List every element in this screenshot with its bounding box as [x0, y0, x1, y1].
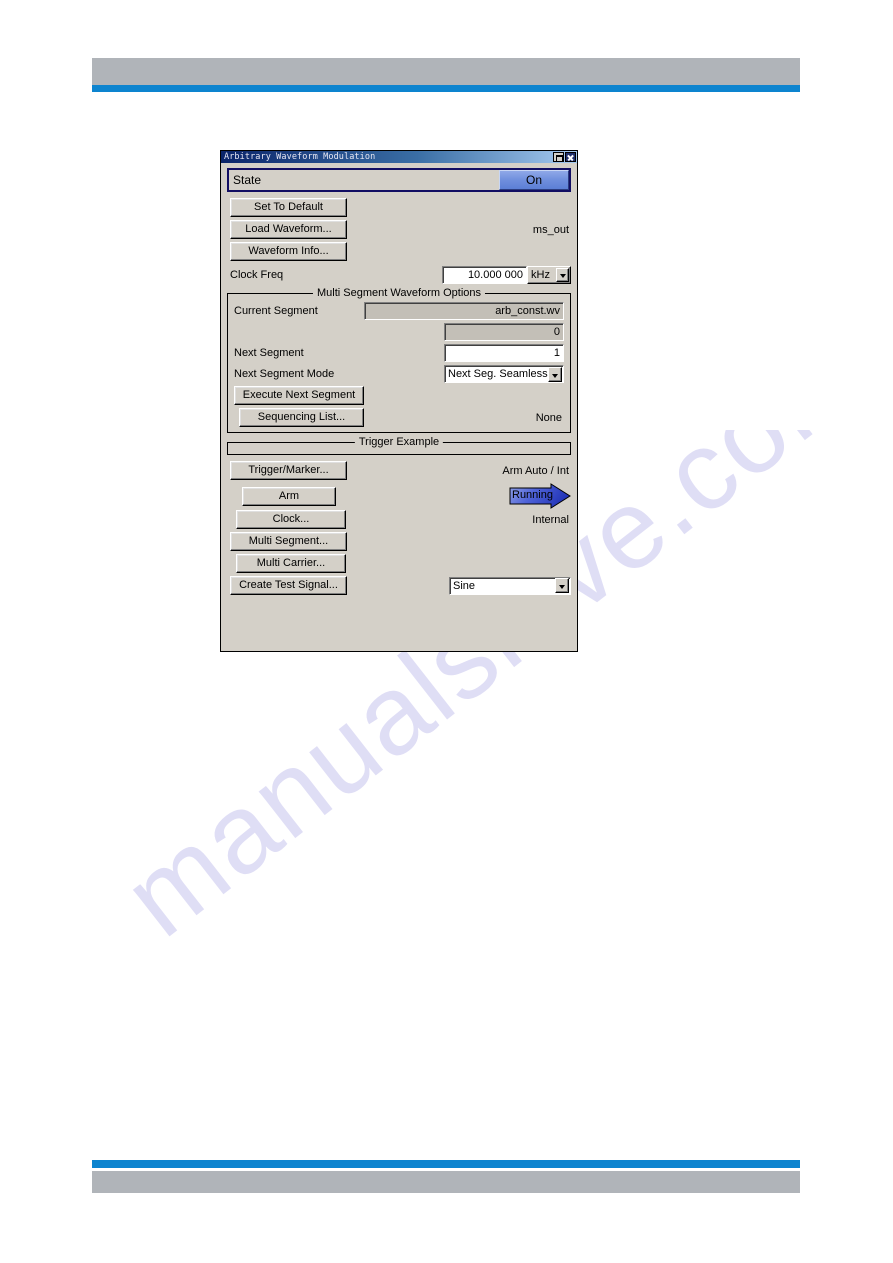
waveform-info-button[interactable]: Waveform Info...: [230, 242, 347, 261]
page-footer-bar: [92, 1171, 800, 1193]
dialog-body: State On Set To Default Load Waveform...…: [221, 163, 577, 651]
next-segment-label: Next Segment: [234, 347, 304, 359]
arbitrary-waveform-modulation-dialog: Arbitrary Waveform Modulation State On S…: [220, 150, 578, 652]
clock-freq-input[interactable]: 10.000 000: [442, 266, 527, 284]
page-header-rule: [92, 85, 800, 92]
load-waveform-row: Load Waveform... ms_out: [227, 220, 571, 239]
current-segment-file-value: arb_const.wv: [364, 302, 564, 320]
execute-next-segment-button[interactable]: Execute Next Segment: [234, 386, 364, 405]
next-segment-row: Next Segment 1: [234, 344, 564, 362]
multi-segment-waveform-options-group: Multi Segment Waveform Options Current S…: [227, 287, 571, 433]
trigger-example-group-title: Trigger Example: [354, 436, 444, 448]
page-header-bar: [92, 58, 800, 85]
test-signal-type-select[interactable]: Sine: [449, 576, 571, 595]
dialog-title-bar[interactable]: Arbitrary Waveform Modulation: [221, 151, 577, 163]
multi-carrier-row: Multi Carrier...: [227, 554, 571, 573]
multi-segment-row: Multi Segment...: [227, 532, 571, 551]
clock-button[interactable]: Clock...: [236, 510, 346, 529]
running-status-label: Running: [512, 489, 553, 501]
page-footer-rule: [92, 1160, 800, 1168]
trigger-marker-button[interactable]: Trigger/Marker...: [230, 461, 347, 480]
clock-freq-unit-label: kHz: [531, 269, 550, 281]
waveform-info-row: Waveform Info...: [227, 242, 571, 261]
trigger-mode-readout: Arm Auto / Int: [502, 464, 569, 477]
current-segment-index-value: 0: [444, 323, 564, 341]
sequencing-list-button[interactable]: Sequencing List...: [239, 408, 364, 427]
execute-next-segment-row: Execute Next Segment: [234, 386, 564, 405]
next-segment-mode-select[interactable]: Next Seg. Seamless: [444, 365, 564, 383]
chevron-down-icon[interactable]: [548, 366, 562, 382]
multi-carrier-button[interactable]: Multi Carrier...: [236, 554, 346, 573]
clock-freq-row: Clock Freq 10.000 000 kHz: [227, 266, 571, 284]
sequencing-list-row: Sequencing List... None: [234, 408, 564, 427]
state-row[interactable]: State On: [227, 168, 571, 192]
arm-button[interactable]: Arm: [242, 486, 336, 506]
state-label: State: [233, 173, 262, 187]
next-segment-input[interactable]: 1: [444, 344, 564, 362]
sequencing-list-value: None: [535, 411, 562, 424]
multi-segment-button[interactable]: Multi Segment...: [230, 532, 347, 551]
chevron-down-icon[interactable]: [555, 578, 569, 593]
set-to-default-row: Set To Default: [227, 198, 571, 217]
create-test-signal-row: Create Test Signal... Sine: [227, 576, 571, 595]
test-signal-type-value: Sine: [453, 579, 476, 592]
next-segment-mode-value: Next Seg. Seamless: [448, 368, 548, 380]
set-to-default-button[interactable]: Set To Default: [230, 198, 347, 217]
multi-segment-group-title: Multi Segment Waveform Options: [312, 287, 486, 299]
running-status-indicator: Running: [509, 483, 571, 509]
arm-row: Arm Running: [227, 483, 571, 509]
restore-icon[interactable]: [553, 152, 564, 162]
clock-freq-unit-select[interactable]: kHz: [527, 266, 571, 284]
current-segment-index-row: 0: [234, 323, 564, 341]
dialog-title: Arbitrary Waveform Modulation: [224, 152, 376, 162]
clock-source-readout: Internal: [532, 513, 569, 526]
next-segment-mode-row: Next Segment Mode Next Seg. Seamless: [234, 365, 564, 383]
next-segment-mode-label: Next Segment Mode: [234, 368, 335, 380]
close-icon[interactable]: [565, 152, 576, 162]
state-toggle-button[interactable]: On: [499, 170, 569, 190]
chevron-down-icon[interactable]: [556, 268, 569, 282]
waveform-name-readout: ms_out: [532, 223, 569, 236]
trigger-marker-row: Trigger/Marker... Arm Auto / Int: [227, 461, 571, 480]
current-segment-row: Current Segment arb_const.wv: [234, 302, 564, 320]
load-waveform-button[interactable]: Load Waveform...: [230, 220, 347, 239]
clock-row: Clock... Internal: [227, 510, 571, 529]
create-test-signal-button[interactable]: Create Test Signal...: [230, 576, 347, 595]
current-segment-label: Current Segment: [234, 305, 318, 317]
clock-freq-label: Clock Freq: [230, 269, 284, 281]
trigger-example-group: Trigger Example: [227, 436, 571, 455]
